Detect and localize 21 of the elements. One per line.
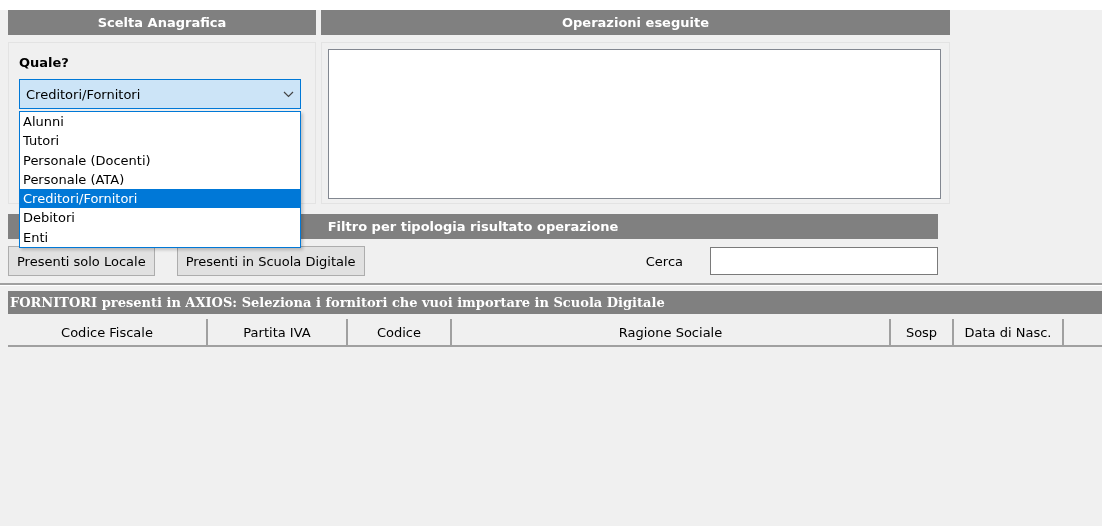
field-label: Quale? xyxy=(19,55,69,70)
column-header[interactable]: Data di Nasc. xyxy=(954,319,1064,347)
column-header[interactable]: Sosp xyxy=(891,319,954,347)
dropdown-option[interactable]: Personale (Docenti) xyxy=(20,150,300,170)
dropdown-option[interactable]: Personale (ATA) xyxy=(20,169,300,190)
column-header[interactable]: Codice xyxy=(348,319,452,347)
dropdown-option[interactable]: Alunni xyxy=(20,112,300,132)
section-header: Operazioni eseguite xyxy=(321,10,950,35)
filter-button[interactable]: Presenti in Scuola Digitale xyxy=(176,246,365,276)
dropdown[interactable]: Creditori/Fornitori xyxy=(19,79,301,109)
dropdown-option[interactable]: Tutori xyxy=(20,131,300,151)
table-title: FORNITORI presenti in AXIOS: Seleziona i fornitori che vuoi importare in Scuola Digitale xyxy=(8,291,1102,314)
section-header: Scelta Anagrafica xyxy=(8,10,316,35)
column-header[interactable]: Codice Fiscale xyxy=(8,319,208,347)
column-header[interactable]: Ragione Sociale xyxy=(452,319,891,347)
chevron-icon xyxy=(283,90,294,98)
search-label: Cerca xyxy=(645,253,683,269)
column-header[interactable]: Partita IVA xyxy=(208,319,348,347)
dropdown-option[interactable]: Creditori/Fornitori xyxy=(20,189,300,209)
search-field[interactable] xyxy=(710,247,938,275)
filter-button[interactable]: Presenti solo Locale xyxy=(8,246,155,276)
